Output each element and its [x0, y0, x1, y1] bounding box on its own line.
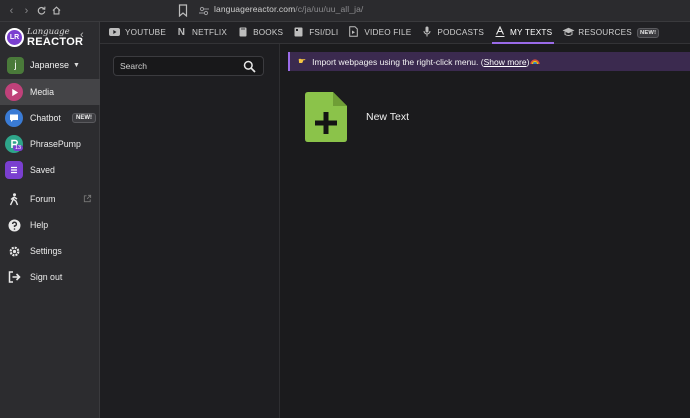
- tab-label: BOOKS: [253, 28, 284, 37]
- sidebar-item-label: Help: [30, 220, 49, 230]
- logo-text-reactor: REACTOR: [27, 36, 84, 48]
- caret-down-icon: ▼: [73, 61, 80, 69]
- sidebar-item-chatbot[interactable]: Chatbot NEW!: [0, 105, 100, 131]
- language-label: Japanese: [30, 60, 70, 70]
- rainbow-icon: [530, 56, 541, 67]
- home-icon: [52, 6, 61, 15]
- sidebar-item-label: Media: [30, 87, 54, 97]
- chevron-right-icon: ›: [24, 4, 29, 17]
- sidebar-item-label: Chatbot: [30, 113, 61, 123]
- help-icon: [5, 216, 23, 234]
- tab-my-texts[interactable]: MY TEXTS: [489, 22, 557, 44]
- search-icon[interactable]: [243, 60, 256, 73]
- tab-label: VIDEO FILE: [364, 28, 412, 37]
- list-icon: [5, 161, 23, 179]
- back-button[interactable]: ‹: [4, 0, 19, 22]
- url-host: languagereactor.com: [214, 4, 296, 14]
- new-badge: NEW!: [636, 27, 660, 38]
- new-text-label: New Text: [366, 111, 409, 123]
- text-icon: [494, 25, 505, 39]
- url-path: /c/ja/uu/uu_all_ja/: [295, 4, 364, 14]
- tab-podcasts[interactable]: PODCASTS: [416, 22, 489, 44]
- sidebar-item-label: Sign out: [30, 272, 63, 282]
- sidebar-item-saved[interactable]: Saved: [0, 157, 100, 183]
- tab-books[interactable]: BOOKS: [232, 22, 288, 44]
- phrasepump-icon: 13: [5, 135, 24, 153]
- chevron-left-icon: ‹: [80, 29, 84, 41]
- main-content: ☛ Import webpages using the right-click …: [281, 44, 690, 418]
- signout-icon: [5, 268, 23, 286]
- tab-resources[interactable]: RESOURCES NEW!: [557, 22, 664, 44]
- pointing-hand-icon: ☛: [298, 56, 307, 66]
- microphone-icon: [421, 26, 432, 39]
- info-banner: ☛ Import webpages using the right-click …: [288, 52, 690, 71]
- show-more-link[interactable]: Show more: [484, 57, 527, 67]
- tab-youtube[interactable]: YOUTUBE: [104, 22, 171, 44]
- sidebar-item-phrasepump[interactable]: 13 PhrasePump: [0, 131, 100, 157]
- language-avatar: j: [7, 56, 24, 74]
- new-text-button[interactable]: New Text: [305, 90, 465, 144]
- banner-close-paren: ): [526, 56, 530, 67]
- sidebar-item-settings[interactable]: Settings: [0, 238, 100, 264]
- tab-label: YOUTUBE: [125, 28, 166, 37]
- tab-label: NETFLIX: [191, 28, 228, 37]
- search-box: [113, 56, 264, 76]
- tab-netflix[interactable]: N NETFLIX: [171, 22, 232, 44]
- sidebar-item-label: Saved: [30, 165, 55, 175]
- chat-icon: [5, 109, 23, 127]
- walk-icon: [5, 190, 23, 208]
- language-selector[interactable]: j Japanese ▼: [0, 54, 100, 76]
- forward-button[interactable]: ›: [19, 0, 34, 22]
- video-file-icon: [348, 26, 359, 39]
- sidebar: LR Language REACTOR ‹ j Japanese ▼ Media…: [0, 22, 100, 418]
- youtube-icon: [109, 27, 120, 38]
- chevron-left-icon: ‹: [9, 4, 14, 17]
- new-badge: NEW!: [72, 113, 96, 123]
- count-badge: 13: [13, 145, 24, 151]
- netflix-icon: N: [177, 27, 186, 38]
- play-icon: [5, 83, 23, 101]
- reload-button[interactable]: [34, 0, 49, 22]
- reload-icon: [37, 6, 46, 15]
- bookmark-icon[interactable]: [178, 4, 188, 17]
- sidebar-item-label: Forum: [30, 194, 56, 204]
- tab-label: PODCASTS: [437, 28, 485, 37]
- search-input[interactable]: [114, 61, 234, 71]
- sidebar-item-forum[interactable]: Forum: [0, 186, 100, 212]
- add-document-icon: [305, 92, 347, 142]
- tab-fsi-dli[interactable]: FSI/DLI: [288, 22, 343, 44]
- tab-video-file[interactable]: VIDEO FILE: [343, 22, 416, 44]
- banner-text: Import webpages using the right-click me…: [312, 56, 484, 67]
- address-bar[interactable]: languagereactor.com/c/ja/uu/uu_all_ja/: [214, 4, 363, 14]
- sidebar-item-media[interactable]: Media: [0, 79, 100, 105]
- sidebar-item-label: Settings: [30, 246, 62, 256]
- fsi-icon: [293, 27, 304, 39]
- graduation-cap-icon: [562, 27, 575, 39]
- collapse-sidebar-button[interactable]: ‹: [80, 29, 84, 41]
- sidebar-item-sign-out[interactable]: Sign out: [0, 264, 100, 290]
- site-settings-icon[interactable]: [198, 5, 210, 17]
- logo-mark: LR: [5, 28, 24, 47]
- home-button[interactable]: [49, 0, 64, 22]
- tab-label: MY TEXTS: [510, 28, 553, 37]
- content-tabs: YOUTUBE N NETFLIX BOOKS FSI/DLI VIDEO FI…: [100, 22, 690, 44]
- tab-label: RESOURCES: [578, 28, 632, 37]
- gear-icon: [5, 242, 23, 260]
- search-panel: [100, 44, 280, 418]
- external-link-icon: [83, 194, 92, 205]
- book-icon: [237, 27, 248, 39]
- browser-toolbar: ‹ › languagereactor.com/c/ja/uu/uu_all_j…: [0, 0, 690, 22]
- sidebar-item-help[interactable]: Help: [0, 212, 100, 238]
- sidebar-item-label: PhrasePump: [30, 139, 81, 149]
- tab-label: FSI/DLI: [309, 28, 339, 37]
